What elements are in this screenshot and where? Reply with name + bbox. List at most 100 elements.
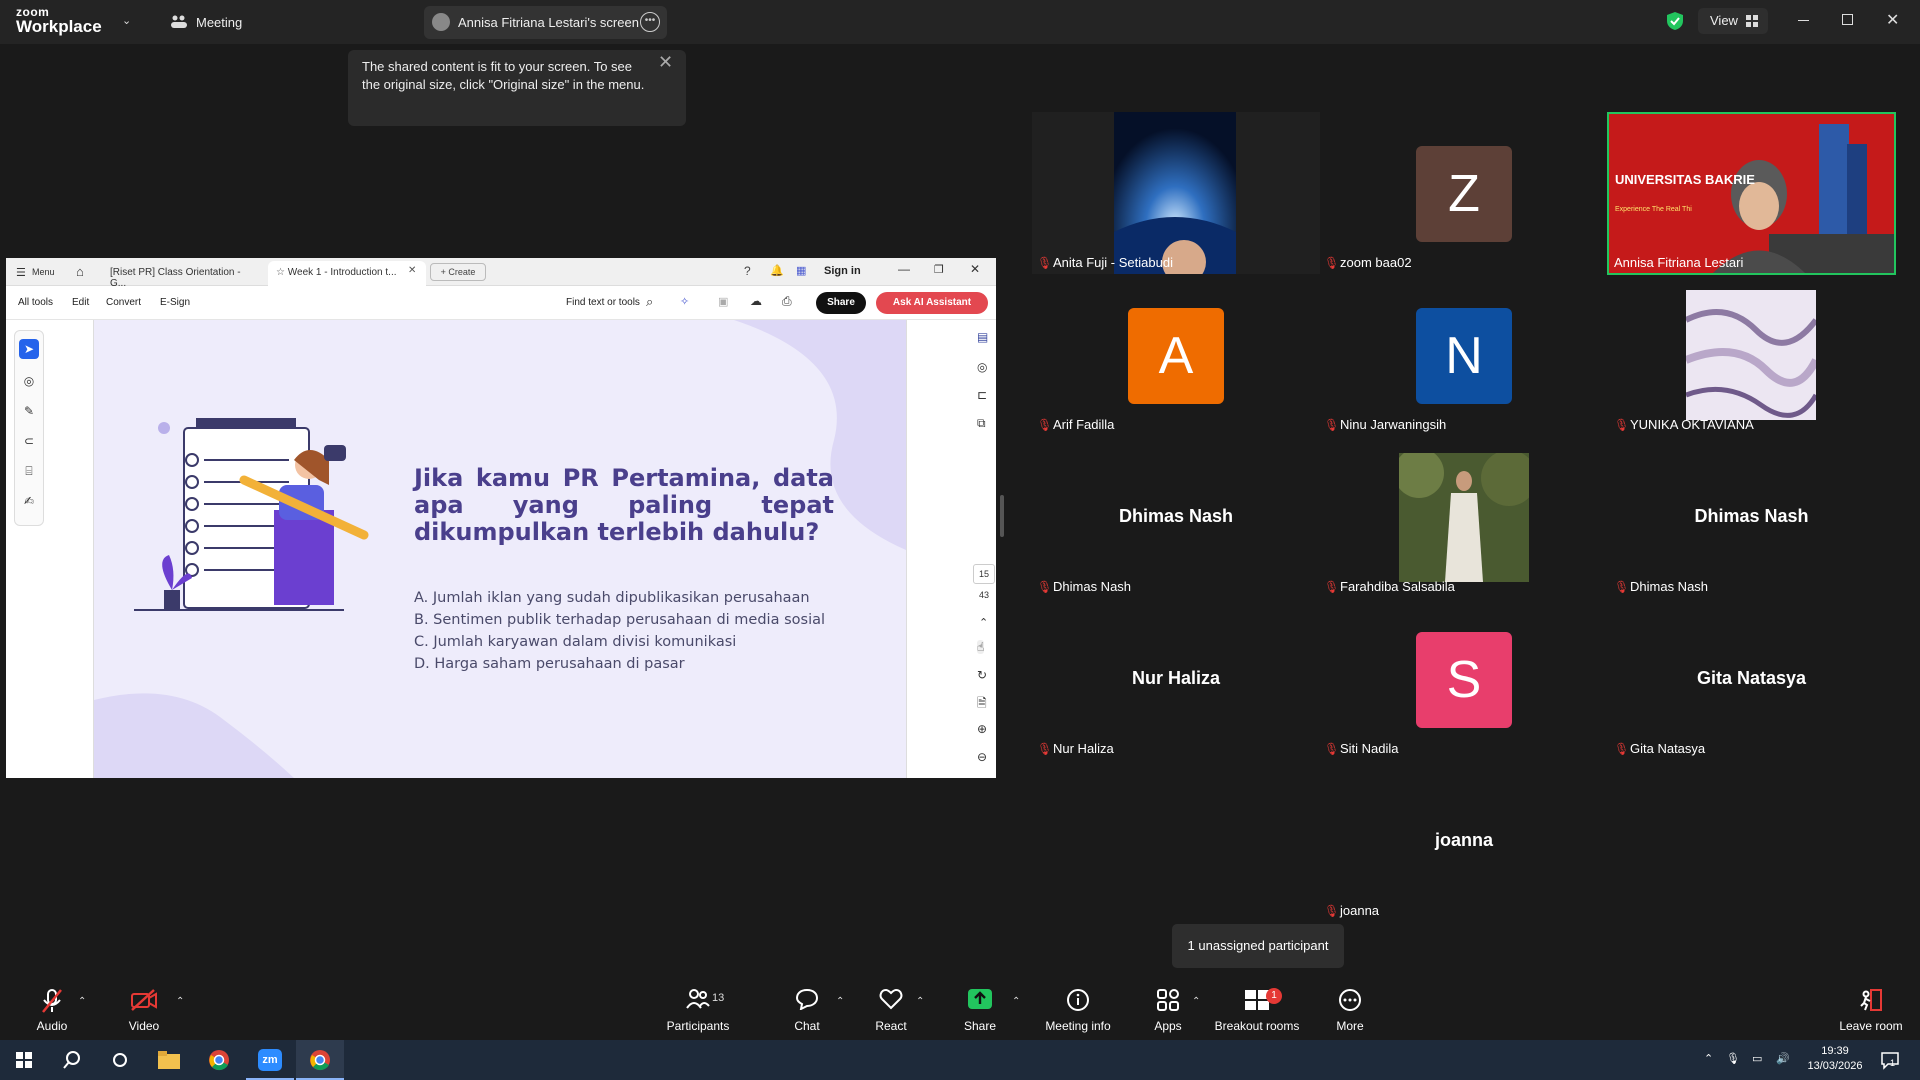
share-screen-button[interactable]: Share	[955, 980, 1005, 1040]
esign-menu[interactable]: E-Sign	[160, 297, 190, 308]
create-button[interactable]: + Create	[430, 263, 486, 281]
tray-chevron-icon[interactable]: ⌃	[1704, 1052, 1713, 1067]
comment-tool-icon[interactable]: ◎	[19, 371, 39, 391]
minimize-icon[interactable]: —	[898, 262, 910, 276]
all-tools-menu[interactable]: All tools	[18, 297, 53, 308]
close-icon[interactable]: ✕	[970, 262, 980, 276]
chat-caret-icon[interactable]: ⌃	[836, 996, 844, 1007]
panel-resize-handle[interactable]	[1000, 495, 1004, 537]
participant-avatar[interactable]: A	[1128, 308, 1224, 404]
participants-button[interactable]: 13 Participants	[660, 980, 736, 1040]
more-options-icon[interactable]: •••	[640, 12, 660, 32]
rotate-icon[interactable]: ↻	[977, 668, 987, 682]
active-speaker-tile[interactable]: UNIVERSITAS BAKRIE Experience The Real T…	[1607, 112, 1896, 275]
ai-tools-icon[interactable]: ✧	[680, 295, 689, 308]
zoom-logo: zoom Workplace	[16, 6, 102, 35]
screen-share-pill[interactable]: Annisa Fitriana Lestari's screen •••	[424, 6, 667, 39]
minimize-icon[interactable]	[1798, 20, 1809, 21]
edit-menu[interactable]: Edit	[72, 297, 89, 308]
ai-panel-icon[interactable]: ▤	[977, 330, 988, 344]
tray-mic-icon[interactable]: 🎙	[1726, 1052, 1740, 1067]
ask-ai-button[interactable]: Ask AI Assistant	[876, 292, 988, 314]
participant-avatar[interactable]: Z	[1416, 146, 1512, 242]
react-caret-icon[interactable]: ⌃	[916, 996, 924, 1007]
tab-week1[interactable]: ☆ Week 1 - Introduction t...	[268, 261, 426, 286]
share-button[interactable]: Share	[816, 292, 866, 314]
participant-tile[interactable]	[1032, 112, 1320, 274]
zoom-app-label: zm	[258, 1049, 282, 1071]
leave-room-icon	[1858, 988, 1884, 1017]
tab-class-orientation[interactable]: [Riset PR] Class Orientation - G...	[102, 261, 264, 289]
close-icon[interactable]: ✕	[658, 52, 673, 73]
text-select-icon[interactable]: ⌸	[19, 461, 39, 481]
restore-icon[interactable]	[1842, 14, 1853, 25]
more-button[interactable]: More	[1330, 980, 1370, 1040]
menu-label[interactable]: Menu	[32, 267, 55, 277]
video-button[interactable]: Video	[114, 980, 174, 1040]
print-icon[interactable]: ⎙	[782, 294, 792, 309]
search-icon[interactable]: ⌕	[646, 294, 653, 310]
audio-caret-icon[interactable]: ⌃	[78, 996, 86, 1007]
share-caret-icon[interactable]: ⌃	[1012, 996, 1020, 1007]
close-tab-icon[interactable]: ✕	[408, 265, 416, 276]
file-explorer-icon[interactable]	[146, 1040, 194, 1080]
security-shield-icon[interactable]	[1666, 11, 1684, 36]
zoom-in-icon[interactable]: ⊕	[977, 722, 987, 736]
restore-icon[interactable]: ❐	[934, 263, 944, 276]
home-icon[interactable]: ⌂	[76, 264, 84, 279]
clock-date: 13/03/2026	[1807, 1060, 1863, 1072]
convert-menu[interactable]: Convert	[106, 297, 141, 308]
ai-label: Ask AI Assistant	[892, 297, 972, 308]
apps-button[interactable]: Apps	[1148, 980, 1188, 1040]
react-button[interactable]: React	[866, 980, 916, 1040]
select-tool-icon[interactable]: ➤	[19, 339, 39, 359]
clock[interactable]: 19:39 13/03/2026	[1800, 1044, 1870, 1074]
windows-start-icon[interactable]	[0, 1040, 48, 1080]
pen-tool-icon[interactable]: ✎	[19, 401, 39, 421]
cloud-upload-icon[interactable]: ☁	[750, 294, 762, 308]
apps-caret-icon[interactable]: ⌃	[1192, 996, 1200, 1007]
leave-room-button[interactable]: Leave room	[1836, 980, 1906, 1040]
meeting-menu[interactable]	[170, 14, 188, 35]
chevron-down-icon[interactable]: ⌄	[122, 14, 131, 27]
participant-profile-image[interactable]	[1686, 290, 1816, 420]
meeting-info-button[interactable]: Meeting info	[1040, 980, 1116, 1040]
help-icon[interactable]: ?	[744, 264, 751, 278]
page-number-input[interactable]: 15	[973, 564, 995, 584]
chrome-icon[interactable]	[196, 1040, 244, 1080]
network-icon[interactable]: ▭	[1752, 1052, 1762, 1067]
page-up-icon[interactable]: ⌃	[979, 616, 988, 629]
audio-button[interactable]: Audio	[22, 980, 82, 1040]
select-hand-icon[interactable]: ☝	[977, 640, 985, 654]
zoom-out-icon[interactable]: ⊖	[977, 750, 987, 764]
chrome-active-icon[interactable]	[296, 1040, 344, 1080]
close-icon[interactable]: ✕	[1886, 10, 1899, 30]
document-icon[interactable]: 🗎	[977, 694, 987, 715]
breakout-rooms-button[interactable]: 1 Breakout rooms	[1214, 980, 1300, 1040]
participant-display-name: Dhimas Nash	[1694, 506, 1809, 526]
pages-icon[interactable]: ⧉	[977, 416, 986, 431]
apps-icon[interactable]: ▦	[796, 264, 806, 277]
screen-title: Annisa Fitriana Lestari's screen	[458, 15, 639, 30]
bell-icon[interactable]: 🔔	[770, 264, 784, 277]
chat-button[interactable]: Chat	[785, 980, 829, 1040]
video-caret-icon[interactable]: ⌃	[176, 996, 184, 1007]
search-icon[interactable]	[48, 1040, 96, 1080]
view-button[interactable]: View	[1698, 8, 1768, 34]
lasso-tool-icon[interactable]: ⊂	[19, 431, 39, 451]
participant-profile-image[interactable]	[1399, 453, 1529, 582]
hamburger-icon[interactable]: ☰	[16, 266, 26, 279]
sign-in-link[interactable]: Sign in	[824, 265, 861, 277]
volume-icon[interactable]: 🔊	[1776, 1052, 1790, 1067]
task-view-icon[interactable]	[96, 1040, 144, 1080]
comments-icon[interactable]: ◎	[977, 360, 987, 374]
participant-avatar[interactable]: N	[1416, 308, 1512, 404]
zoom-app-icon[interactable]: zm	[246, 1040, 294, 1080]
bookmark-icon[interactable]: ⊏	[977, 388, 987, 402]
clock-time: 19:39	[1821, 1045, 1849, 1057]
save-icon[interactable]: ▣	[718, 295, 728, 308]
find-tools-input[interactable]: Find text or tools	[566, 297, 640, 308]
notifications-icon[interactable]: 1	[1880, 1050, 1900, 1075]
sign-tool-icon[interactable]: ✍	[19, 491, 39, 511]
participant-avatar[interactable]: S	[1416, 632, 1512, 728]
